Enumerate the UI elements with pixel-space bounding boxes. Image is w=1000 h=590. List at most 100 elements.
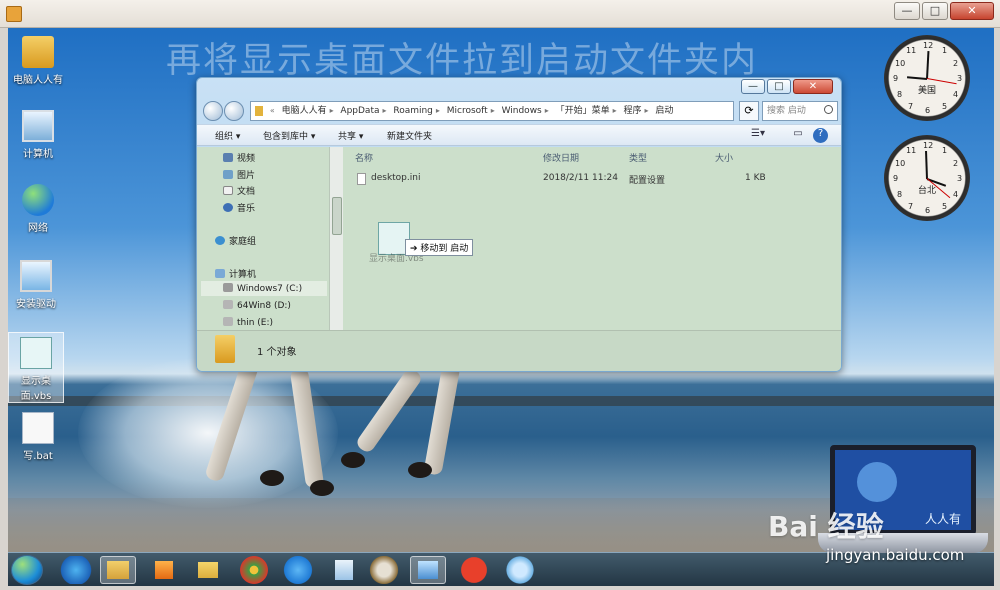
folder-icon[interactable] xyxy=(190,556,226,584)
drive-icon xyxy=(223,283,233,292)
horse-hoof xyxy=(341,452,365,468)
desktop-icon-label: 显示桌面.vbs xyxy=(20,376,52,402)
breadcrumb-item[interactable]: Windows xyxy=(499,102,545,120)
breadcrumb-item[interactable]: 启动 xyxy=(652,102,676,120)
close-button[interactable]: ✕ xyxy=(950,2,994,20)
breadcrumb-item[interactable]: 「开始」菜单 xyxy=(553,102,613,120)
baidu-watermark-url: jingyan.baidu.com xyxy=(826,546,965,564)
horse-leg xyxy=(354,366,424,455)
cloud-app-icon[interactable] xyxy=(502,556,538,584)
horse-hoof xyxy=(260,470,284,486)
clock-number: 2 xyxy=(953,59,959,68)
desktop-icon-network[interactable]: 网络 xyxy=(10,184,66,234)
bat-file-icon xyxy=(22,412,54,444)
breadcrumb-item[interactable]: AppData xyxy=(337,102,382,120)
nav-item-drive-d[interactable]: 64Win8 (D:) xyxy=(223,300,291,311)
column-header-size[interactable]: 大小 xyxy=(715,151,733,164)
forward-button[interactable] xyxy=(224,101,244,121)
desktop-icon-installer[interactable]: 安装驱动 xyxy=(8,260,64,310)
search-icon xyxy=(824,105,833,114)
explorer-maximize-button[interactable]: □ xyxy=(767,79,791,94)
clock-city-label: 美国 xyxy=(917,86,936,96)
drive-icon xyxy=(223,317,233,326)
player-window-controls: — □ ✕ xyxy=(894,2,994,20)
nav-item-documents[interactable]: 文档 xyxy=(223,184,255,197)
explorer-minimize-button[interactable]: — xyxy=(741,79,765,94)
file-list[interactable]: 名称 修改日期 类型 大小 desktop.ini 2018/2/11 11:2… xyxy=(343,147,841,330)
nav-item-videos[interactable]: 视频 xyxy=(223,151,255,164)
clock-number: 1 xyxy=(942,46,948,55)
scrollbar-thumb[interactable] xyxy=(332,197,342,235)
nav-item-computer[interactable]: 计算机 xyxy=(215,267,256,280)
breadcrumb-item[interactable]: 程序 xyxy=(620,102,644,120)
start-button[interactable] xyxy=(11,555,43,585)
chevron-right-icon[interactable]: ▸ xyxy=(330,102,334,120)
documents-icon xyxy=(223,186,233,195)
column-header-name[interactable]: 名称 xyxy=(355,151,373,164)
minimize-button[interactable]: — xyxy=(894,2,920,20)
baidu-watermark-logo: Bai 经验 xyxy=(768,510,884,543)
chrome-icon[interactable] xyxy=(236,556,272,584)
instruction-overlay-text: 再将显示桌面文件拉到启动文件夹内 xyxy=(166,41,759,81)
nav-item-music[interactable]: 音乐 xyxy=(223,201,255,214)
share-button[interactable]: 共享 ▾ xyxy=(338,129,363,142)
explorer-close-button[interactable]: ✕ xyxy=(793,79,833,94)
back-button[interactable] xyxy=(203,101,223,121)
clock-number: 9 xyxy=(893,74,899,83)
desktop-icon-bat-file[interactable]: 写.bat xyxy=(10,412,66,462)
address-bar[interactable]: « 电脑人人有 ▸ AppData ▸ Roaming ▸ Microsoft ▸ Wi… xyxy=(250,101,734,121)
nav-item-drive-c[interactable]: Windows7 (C:) xyxy=(201,281,327,296)
help-icon[interactable]: ? xyxy=(813,128,828,143)
clock-number: 6 xyxy=(925,206,931,215)
breadcrumb-item[interactable]: 电脑人人有 xyxy=(279,102,330,120)
new-folder-button[interactable]: 新建文件夹 xyxy=(387,129,432,142)
maximize-button[interactable]: □ xyxy=(922,2,948,20)
clock-number: 1 xyxy=(942,146,948,155)
internet-explorer-icon[interactable] xyxy=(58,556,94,584)
notepad-icon[interactable] xyxy=(326,556,362,584)
explorer-window[interactable]: — □ ✕ « 电脑人人有 ▸ AppData ▸ Roaming ▸ Microso… xyxy=(196,77,842,372)
chevron-right-icon[interactable]: ▸ xyxy=(491,102,495,120)
clock-hour-hand xyxy=(906,76,928,80)
chevron-right-icon[interactable]: ▸ xyxy=(545,102,549,120)
file-row[interactable]: desktop.ini 2018/2/11 11:24 配置设置 1 KB xyxy=(343,172,841,188)
clock-gadget-taipei[interactable]: 12 1 2 3 4 5 6 7 8 9 10 11 台北 xyxy=(884,135,970,221)
app-window-icon[interactable] xyxy=(410,556,446,584)
chevron-right-icon[interactable]: ▸ xyxy=(613,102,617,120)
include-in-library-button[interactable]: 包含到库中 ▾ xyxy=(263,129,315,142)
organize-button[interactable]: 组织 ▾ xyxy=(215,129,240,142)
move-to-tooltip: ➔ 移动到 启动 xyxy=(405,239,474,256)
clock-number: 10 xyxy=(895,59,906,68)
nav-item-pictures[interactable]: 图片 xyxy=(223,168,255,181)
view-options-icon[interactable]: ☰▾ xyxy=(749,128,767,143)
browser-icon[interactable] xyxy=(280,556,316,584)
desktop-icon-computer[interactable]: 计算机 xyxy=(10,110,66,160)
nav-item-drive-e[interactable]: thin (E:) xyxy=(223,317,273,328)
breadcrumb-item[interactable]: Microsoft xyxy=(444,102,491,120)
column-header-type[interactable]: 类型 xyxy=(629,151,647,164)
clock-gadget-us[interactable]: 12 1 2 3 4 5 6 7 8 9 10 11 美国 xyxy=(884,35,970,121)
desktop-icon-user-folder[interactable]: 电脑人人有 xyxy=(10,36,66,86)
clock-minute-hand xyxy=(925,150,928,180)
chevron-right-icon[interactable]: ▸ xyxy=(383,102,387,120)
desktop-icon-vbs-script[interactable]: 显示桌面.vbs xyxy=(8,332,64,403)
refresh-button[interactable]: ⟳ xyxy=(739,101,759,121)
horse-hoof xyxy=(408,462,432,478)
search-input[interactable]: 搜索 启动 xyxy=(762,101,838,121)
media-player-icon[interactable] xyxy=(146,556,182,584)
laptop-screen-text: 人人有 xyxy=(925,512,962,526)
chevron-right-icon[interactable]: ▸ xyxy=(644,102,648,120)
file-name: desktop.ini xyxy=(371,173,421,183)
chevron-right-icon[interactable]: ▸ xyxy=(436,102,440,120)
file-explorer-icon[interactable] xyxy=(100,556,136,584)
breadcrumb-item[interactable]: Roaming xyxy=(390,102,436,120)
paint-icon[interactable] xyxy=(366,556,402,584)
breadcrumb-overflow[interactable]: « xyxy=(270,102,275,120)
red-app-icon[interactable] xyxy=(456,556,492,584)
navigation-scrollbar[interactable] xyxy=(329,147,343,330)
preview-pane-icon[interactable]: ▭ xyxy=(789,128,807,143)
column-header-date[interactable]: 修改日期 xyxy=(543,151,579,164)
nav-item-homegroup[interactable]: 家庭组 xyxy=(215,234,256,247)
clock-number: 7 xyxy=(908,202,914,211)
clock-number: 3 xyxy=(957,174,963,183)
